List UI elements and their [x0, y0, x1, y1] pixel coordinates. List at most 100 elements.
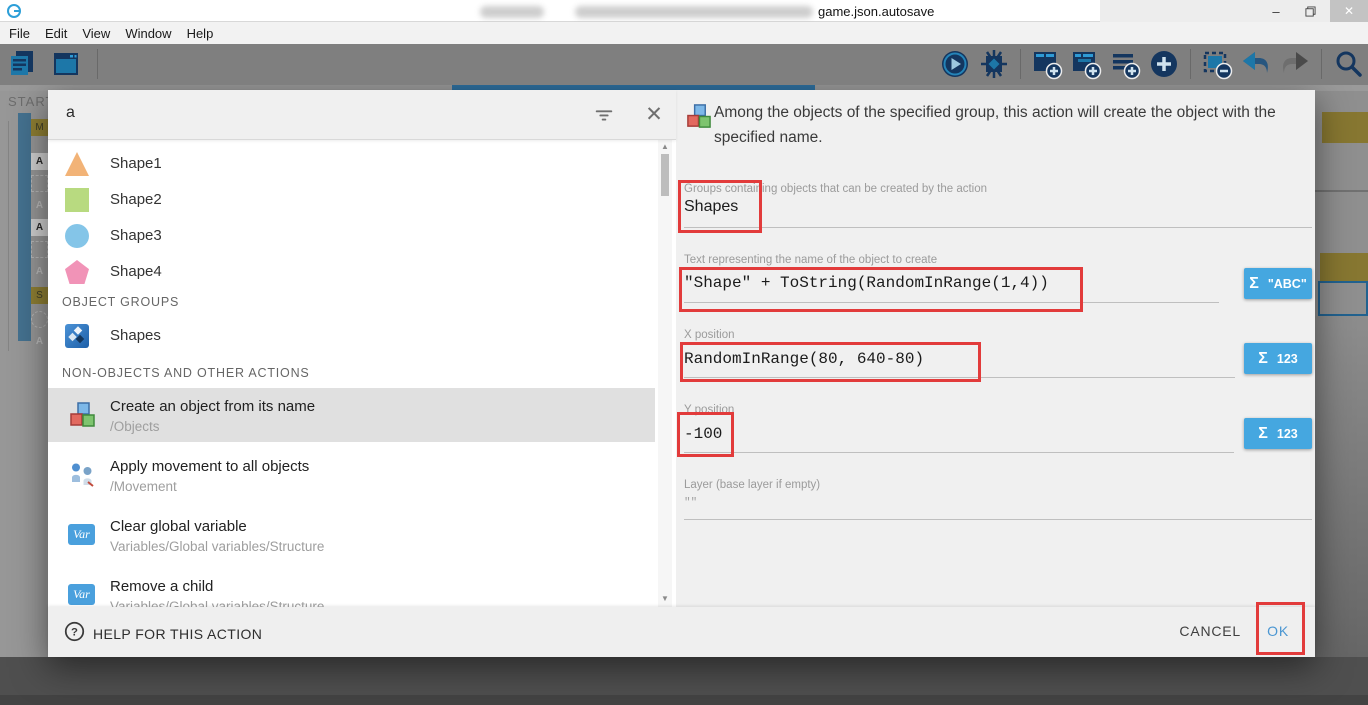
list-item-create-object[interactable]: Create an object from its name /Objects	[48, 388, 655, 442]
svg-text:?: ?	[71, 626, 78, 638]
object-groups-header: OBJECT GROUPS	[62, 295, 179, 309]
background-events-left: START M A A A A S A	[0, 91, 48, 657]
events-condition-bar	[18, 113, 31, 341]
event-cell: A	[31, 153, 48, 170]
project-pages-icon[interactable]	[6, 48, 38, 80]
add-subevent-icon[interactable]	[1070, 48, 1102, 80]
action-path: /Objects	[110, 419, 160, 434]
y-position-label: Y position	[684, 404, 734, 416]
minimize-button[interactable]: –	[1260, 0, 1292, 22]
search-input[interactable]: a	[66, 104, 75, 122]
maximize-button[interactable]	[1294, 0, 1326, 22]
help-icon: ?	[64, 621, 85, 647]
search-toolbar-icon[interactable]	[1332, 48, 1364, 80]
create-object-icon	[685, 103, 712, 130]
field-underline	[684, 377, 1235, 378]
other-actions-header: NON-OBJECTS AND OTHER ACTIONS	[62, 366, 310, 380]
toolbar-left-group	[6, 48, 101, 80]
dialog-footer: ? HELP FOR THIS ACTION CANCEL OK	[48, 607, 1315, 657]
help-button[interactable]: ? HELP FOR THIS ACTION	[64, 621, 262, 647]
object-group-icon	[65, 324, 89, 348]
redo-icon[interactable]	[1279, 48, 1311, 80]
name-field-label: Text representing the name of the object…	[684, 254, 937, 266]
number-expression-button[interactable]: Σ 123	[1244, 418, 1312, 449]
list-item-clear-global-variable[interactable]: Var Clear global variable Variables/Glob…	[48, 508, 655, 562]
toolbar-separator	[1190, 49, 1191, 79]
menu-window[interactable]: Window	[119, 26, 177, 41]
expression-button-label: "ABC"	[1268, 277, 1307, 291]
event-cell: A	[31, 263, 48, 280]
group-field-input[interactable]: Shapes	[684, 198, 738, 216]
scene-window-icon[interactable]	[50, 48, 82, 80]
play-icon[interactable]	[939, 48, 971, 80]
list-item-group-shapes[interactable]: Shapes	[48, 318, 655, 354]
add-event-icon[interactable]	[1031, 48, 1063, 80]
parameters-pane: Among the objects of the specified group…	[676, 90, 1315, 607]
list-scrollbar[interactable]: ▲ ▼	[658, 140, 672, 607]
event-cell	[31, 311, 48, 328]
event-cell: M	[31, 119, 48, 136]
search-bar[interactable]: a ✕	[48, 90, 676, 140]
events-tree-line	[8, 121, 9, 351]
event-cell: A	[31, 333, 48, 350]
redacted-title-segment	[575, 6, 813, 18]
background-events-right	[1315, 91, 1368, 657]
menu-file[interactable]: File	[3, 26, 36, 41]
add-other-icon[interactable]	[1148, 48, 1180, 80]
title-bar: game.json.autosave – ✕	[0, 0, 1368, 22]
cancel-button[interactable]: CANCEL	[1179, 623, 1241, 639]
close-icon[interactable]: ✕	[640, 100, 668, 128]
layer-field-input[interactable]: ""	[684, 497, 697, 509]
toolbar-separator	[1020, 49, 1021, 79]
circle-icon	[65, 224, 89, 248]
event-cell	[31, 175, 48, 192]
close-window-button[interactable]: ✕	[1330, 0, 1368, 22]
list-item-shape2[interactable]: Shape2	[48, 182, 655, 218]
expression-button-label: 123	[1277, 352, 1298, 366]
delete-event-icon[interactable]	[1201, 48, 1233, 80]
name-field-input[interactable]: "Shape" + ToString(RandomInRange(1,4))	[684, 274, 1049, 292]
field-underline	[684, 519, 1312, 520]
scroll-down-icon[interactable]: ▼	[661, 595, 669, 603]
undo-icon[interactable]	[1240, 48, 1272, 80]
menu-help[interactable]: Help	[181, 26, 220, 41]
list-item-shape3[interactable]: Shape3	[48, 218, 655, 254]
x-position-input[interactable]: RandomInRange(80, 640-80)	[684, 350, 924, 368]
selected-event-row	[1318, 281, 1368, 316]
x-position-label: X position	[684, 329, 735, 341]
list-item-shape1[interactable]: Shape1	[48, 146, 655, 182]
number-expression-button[interactable]: Σ 123	[1244, 343, 1312, 374]
menu-view[interactable]: View	[76, 26, 116, 41]
action-title: Create an object from its name	[110, 398, 315, 415]
toolbar-separator	[1321, 49, 1322, 79]
help-label: HELP FOR THIS ACTION	[93, 626, 262, 642]
list-item-remove-child[interactable]: Var Remove a child Variables/Global vari…	[48, 568, 655, 607]
event-cell: A	[31, 219, 48, 236]
y-position-input[interactable]: -100	[684, 425, 722, 443]
list-item-apply-movement[interactable]: Apply movement to all objects /Movement	[48, 448, 655, 502]
ok-button[interactable]: OK	[1267, 623, 1289, 639]
toolbar	[0, 44, 1368, 85]
background-gradient	[1315, 316, 1368, 657]
sigma-icon: Σ	[1258, 425, 1268, 443]
scrollbar-thumb[interactable]	[661, 154, 669, 196]
events-tab-label: START	[8, 94, 48, 109]
action-title: Clear global variable	[110, 518, 247, 535]
event-cell: S	[31, 287, 48, 304]
add-comment-icon[interactable]	[1109, 48, 1141, 80]
field-underline	[684, 227, 1312, 228]
field-underline	[684, 302, 1219, 303]
window-title: game.json.autosave	[818, 4, 934, 19]
object-label: Shape2	[110, 191, 162, 208]
filter-icon[interactable]	[593, 104, 615, 126]
string-expression-button[interactable]: Σ "ABC"	[1244, 268, 1312, 299]
debug-icon[interactable]	[978, 48, 1010, 80]
scroll-up-icon[interactable]: ▲	[661, 143, 669, 151]
action-editor-dialog: a ✕ Shape1 Shape2 Shape3 Shape4	[48, 90, 1315, 657]
object-label: Shape3	[110, 227, 162, 244]
list-item-shape4[interactable]: Shape4	[48, 254, 655, 290]
menu-edit[interactable]: Edit	[39, 26, 73, 41]
background-bottom-band	[0, 695, 1368, 705]
event-cell: A	[31, 197, 48, 214]
object-label: Shape1	[110, 155, 162, 172]
